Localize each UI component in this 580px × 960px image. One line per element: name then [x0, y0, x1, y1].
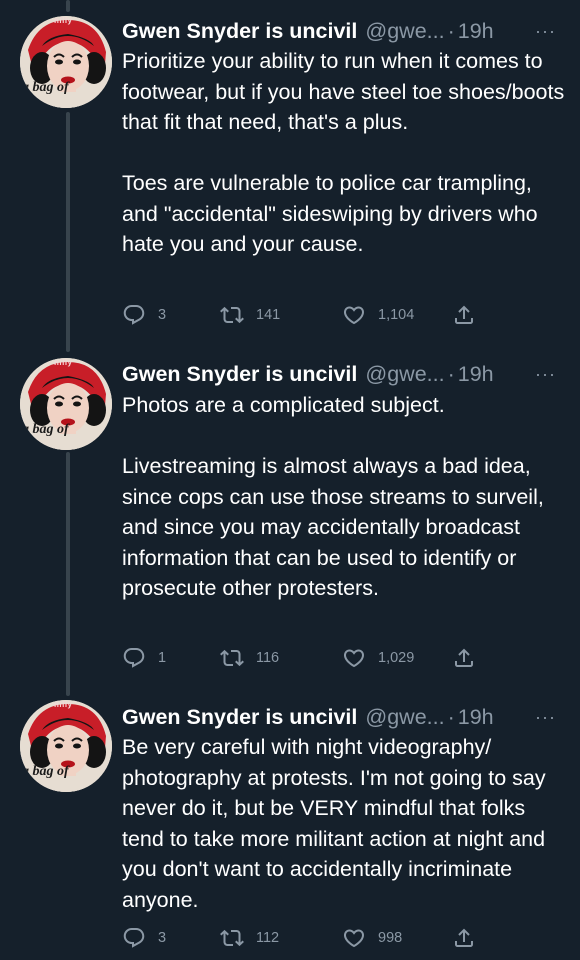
retweet-count: 112 — [256, 930, 280, 946]
timestamp[interactable]: 19h — [458, 19, 494, 44]
tweet-paragraph: Prioritize your ability to run when it c… — [122, 49, 565, 134]
avatar[interactable]: nilly a bag of — [20, 16, 112, 108]
share-icon — [455, 305, 473, 324]
tweet-text: Photos are a complicated subject. Livest… — [122, 390, 572, 604]
more-options-button[interactable]: ··· — [535, 359, 556, 389]
author-handle[interactable]: @gwe... — [365, 19, 444, 44]
reply-icon — [123, 648, 145, 668]
share-button[interactable] — [452, 300, 476, 330]
retweet-button[interactable]: 141 — [220, 300, 280, 330]
avatar-caption: a bag of — [22, 422, 69, 437]
tweet-paragraph: Be very careful with night videography/ … — [122, 735, 546, 912]
timestamp[interactable]: 19h — [458, 705, 494, 730]
reply-count: 1 — [158, 650, 167, 666]
retweet-button[interactable]: 112 — [220, 923, 279, 953]
reply-button[interactable]: 3 — [122, 923, 166, 953]
avatar-top-text: nilly — [54, 358, 73, 367]
tweet-header: Gwen Snyder is uncivil @gwe... · 19h ··· — [122, 359, 562, 389]
separator: · — [447, 18, 455, 43]
tweet[interactable]: nilly a bag of Gwen Snyder is uncivil @g… — [0, 0, 580, 350]
author-handle[interactable]: @gwe... — [365, 362, 444, 387]
like-button[interactable]: 1,104 — [342, 300, 414, 330]
timeline: nilly a bag of Gwen Snyder is uncivil @g… — [0, 0, 580, 960]
reply-icon — [123, 928, 145, 948]
heart-icon — [343, 929, 365, 948]
reply-icon — [123, 305, 145, 325]
author-name[interactable]: Gwen Snyder is uncivil — [122, 705, 357, 730]
tweet[interactable]: nilly a bag of Gwen Snyder is uncivil @g… — [0, 690, 580, 960]
reply-button[interactable]: 3 — [122, 300, 166, 330]
tweet[interactable]: nilly a bag of Gwen Snyder is uncivil @g… — [0, 350, 580, 690]
like-count: 998 — [378, 930, 403, 946]
avatar-caption: a bag of — [22, 764, 69, 779]
separator: · — [447, 361, 455, 386]
timestamp[interactable]: 19h — [458, 362, 494, 387]
reply-count: 3 — [158, 307, 167, 323]
author-name[interactable]: Gwen Snyder is uncivil — [122, 362, 357, 387]
retweet-count: 141 — [256, 307, 281, 323]
tweet-actions: 3 141 1,104 — [122, 300, 542, 330]
tweet-text: Prioritize your ability to run when it c… — [122, 46, 572, 260]
reply-button[interactable]: 1 — [122, 643, 166, 673]
retweet-count: 116 — [256, 650, 280, 666]
separator: · — [447, 704, 455, 729]
share-icon — [455, 928, 473, 947]
share-button[interactable] — [452, 923, 476, 953]
avatar-top-text: nilly — [54, 700, 73, 709]
tweet-paragraph: Photos are a complicated subject. — [122, 393, 445, 417]
avatar[interactable]: nilly a bag of — [20, 358, 112, 450]
author-name[interactable]: Gwen Snyder is uncivil — [122, 19, 357, 44]
tweet-paragraph: Livestreaming is almost always a bad ide… — [122, 454, 544, 600]
like-count: 1,029 — [378, 650, 415, 666]
share-button[interactable] — [452, 643, 476, 673]
tweet-header: Gwen Snyder is uncivil @gwe... · 19h ··· — [122, 702, 562, 732]
author-handle[interactable]: @gwe... — [365, 705, 444, 730]
tweet-text: Be very careful with night videography/ … — [122, 732, 572, 915]
share-icon — [455, 648, 473, 667]
avatar-top-text: nilly — [54, 16, 73, 25]
like-count: 1,104 — [378, 307, 415, 323]
tweet-actions: 3 112 998 — [122, 923, 542, 953]
like-button[interactable]: 998 — [342, 923, 402, 953]
tweet-paragraph: Toes are vulnerable to police car trampl… — [122, 171, 538, 256]
retweet-icon — [220, 649, 244, 667]
like-button[interactable]: 1,029 — [342, 643, 414, 673]
more-options-button[interactable]: ··· — [535, 702, 556, 732]
retweet-button[interactable]: 116 — [220, 643, 279, 673]
retweet-icon — [220, 929, 244, 947]
tweet-actions: 1 116 1,029 — [122, 643, 542, 673]
retweet-icon — [220, 306, 244, 324]
more-options-button[interactable]: ··· — [535, 16, 556, 46]
heart-icon — [343, 306, 365, 325]
avatar-caption: a bag of — [22, 80, 69, 95]
tweet-header: Gwen Snyder is uncivil @gwe... · 19h ··· — [122, 16, 562, 46]
reply-count: 3 — [158, 930, 167, 946]
avatar[interactable]: nilly a bag of — [20, 700, 112, 792]
heart-icon — [343, 649, 365, 668]
